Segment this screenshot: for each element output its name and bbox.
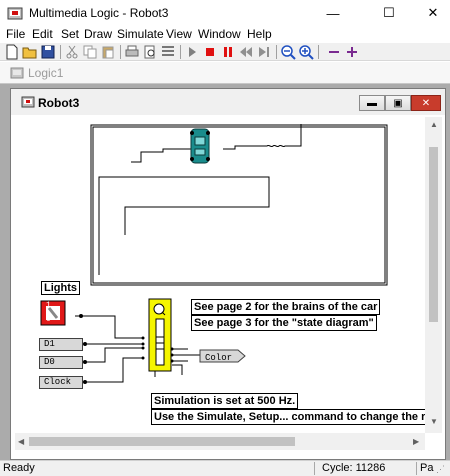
menu-help[interactable]: Help bbox=[247, 27, 272, 41]
vertical-scroll-thumb[interactable] bbox=[429, 147, 438, 322]
logic1-title: Logic1 bbox=[28, 66, 64, 80]
status-separator bbox=[314, 462, 315, 475]
robot3-close-button[interactable]: ✕ bbox=[411, 95, 441, 111]
scroll-left-icon[interactable]: ◀ bbox=[18, 437, 24, 446]
menu-draw[interactable]: Draw bbox=[84, 27, 112, 41]
maximize-icon: ☐ bbox=[383, 5, 395, 20]
print-preview-icon[interactable] bbox=[142, 44, 158, 60]
stop-icon[interactable] bbox=[202, 44, 218, 60]
save-icon[interactable] bbox=[40, 44, 56, 60]
step-icon[interactable] bbox=[256, 44, 272, 60]
input-clock[interactable]: Clock bbox=[39, 376, 83, 389]
maze-outer-border bbox=[90, 124, 388, 286]
menu-simulate[interactable]: Simulate bbox=[117, 27, 164, 41]
status-separator bbox=[416, 462, 417, 475]
menu-view[interactable]: View bbox=[166, 27, 192, 41]
drawing-canvas[interactable]: Lights 1 0 D1 D0 Clock Color See page 2 … bbox=[15, 117, 425, 433]
menu-edit[interactable]: Edit bbox=[32, 27, 53, 41]
close-icon: ✕ bbox=[427, 5, 439, 20]
play-icon[interactable] bbox=[184, 44, 200, 60]
scroll-down-icon[interactable]: ▼ bbox=[430, 417, 438, 426]
minus-icon[interactable] bbox=[326, 44, 342, 60]
title-bar: Multimedia Logic - Robot3 — ☐ ✕ bbox=[0, 0, 450, 26]
step-back-icon[interactable] bbox=[238, 44, 254, 60]
size-grip-icon[interactable]: ⋰ bbox=[436, 464, 445, 475]
pause-icon[interactable] bbox=[220, 44, 236, 60]
close-icon: ✕ bbox=[421, 97, 431, 109]
comment-page2: See page 2 for the brains of the car bbox=[191, 299, 381, 315]
copy-icon[interactable] bbox=[82, 44, 98, 60]
switch-zero-label: 0 bbox=[46, 315, 51, 324]
status-cycle: Cycle: 11286 bbox=[322, 462, 386, 474]
close-button[interactable]: ✕ bbox=[410, 0, 450, 26]
menu-set[interactable]: Set bbox=[61, 27, 79, 41]
minimize-button[interactable]: — bbox=[310, 0, 356, 26]
lights-switch[interactable] bbox=[40, 300, 66, 326]
open-icon[interactable] bbox=[22, 44, 38, 60]
minimize-icon: ▬ bbox=[367, 97, 377, 109]
maximize-button[interactable]: ☐ bbox=[366, 0, 412, 26]
document-icon bbox=[10, 67, 24, 79]
robot-car bbox=[190, 128, 210, 164]
robot3-title-bar[interactable]: Robot3 ▬ ▣ ✕ bbox=[11, 89, 445, 115]
vertical-scrollbar[interactable]: ▲ ▼ bbox=[425, 117, 442, 433]
menu-window[interactable]: Window bbox=[198, 27, 241, 41]
scroll-up-icon[interactable]: ▲ bbox=[430, 120, 438, 129]
status-pa: Pa bbox=[420, 462, 434, 474]
toolbar bbox=[0, 43, 450, 61]
robot3-window: Robot3 ▬ ▣ ✕ Lights 1 0 D1 D0 Clock Colo… bbox=[10, 88, 446, 460]
properties-icon[interactable] bbox=[160, 44, 176, 60]
cut-icon[interactable] bbox=[64, 44, 80, 60]
menu-bar: File Edit Set Draw Simulate View Window … bbox=[0, 26, 450, 43]
switch-one-label: 1 bbox=[46, 301, 51, 310]
zoom-in-icon[interactable] bbox=[298, 44, 314, 60]
input-d1[interactable]: D1 bbox=[39, 338, 83, 351]
horizontal-scrollbar[interactable]: ◀ ▶ bbox=[15, 433, 425, 450]
app-icon bbox=[7, 7, 23, 20]
maximize-icon: ▣ bbox=[393, 97, 403, 109]
logic1-window-title[interactable]: Logic1 bbox=[0, 62, 450, 84]
output-color-label[interactable]: Color bbox=[205, 353, 232, 363]
paste-icon[interactable] bbox=[100, 44, 116, 60]
robot3-title: Robot3 bbox=[38, 96, 80, 110]
toolbar-separator bbox=[180, 45, 181, 59]
print-icon[interactable] bbox=[124, 44, 140, 60]
scroll-right-icon[interactable]: ▶ bbox=[413, 437, 419, 446]
window-title: Multimedia Logic - Robot3 bbox=[29, 6, 169, 20]
robot3-minimize-button[interactable]: ▬ bbox=[359, 95, 385, 111]
counter-chip bbox=[148, 298, 172, 372]
wires bbox=[75, 315, 200, 383]
input-d0[interactable]: D0 bbox=[39, 356, 83, 369]
zoom-out-icon[interactable] bbox=[280, 44, 296, 60]
sim-setup-text: Use the Simulate, Setup... command to ch… bbox=[151, 409, 425, 425]
document-icon bbox=[21, 96, 35, 108]
horizontal-scroll-thumb[interactable] bbox=[29, 437, 295, 446]
plus-icon[interactable] bbox=[344, 44, 360, 60]
lights-label: Lights bbox=[41, 281, 80, 295]
new-icon[interactable] bbox=[4, 44, 20, 60]
status-ready: Ready bbox=[3, 462, 35, 474]
toolbar-separator bbox=[276, 45, 277, 59]
status-bar: Ready Cycle: 11286 Pa ⋰ bbox=[0, 460, 450, 476]
minimize-icon: — bbox=[326, 5, 340, 21]
toolbar-separator bbox=[318, 45, 319, 59]
sim-rate-text: Simulation is set at 500 Hz. bbox=[151, 393, 299, 409]
menu-file[interactable]: File bbox=[6, 27, 25, 41]
comment-page3: See page 3 for the "state diagram" bbox=[191, 315, 377, 331]
toolbar-separator bbox=[120, 45, 121, 59]
toolbar-separator bbox=[60, 45, 61, 59]
robot3-maximize-button[interactable]: ▣ bbox=[385, 95, 411, 111]
